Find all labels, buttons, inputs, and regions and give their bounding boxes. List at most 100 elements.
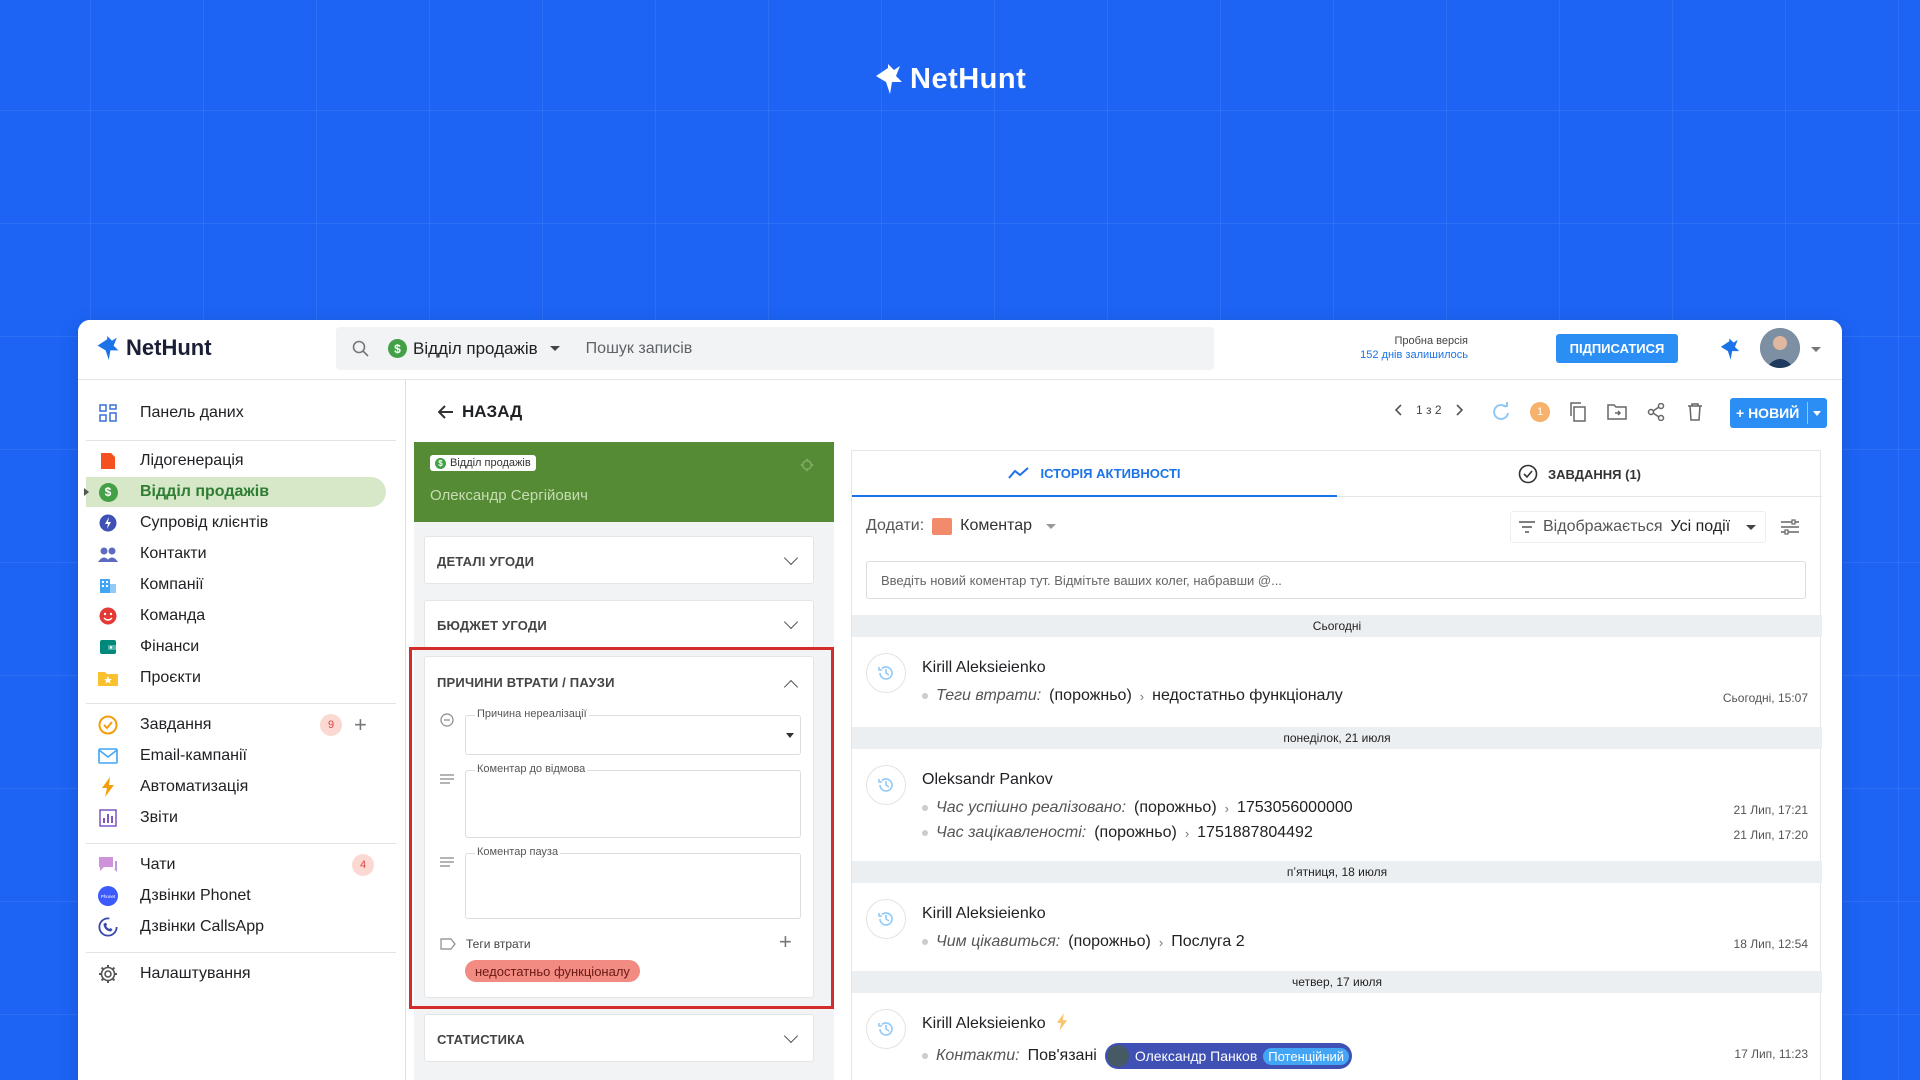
- phone-circle-icon: [98, 917, 118, 937]
- activity-item: Kirill Aleksieienko Теги втрати: (порожн…: [852, 637, 1822, 727]
- app-window: NetHunt $ Відділ продажів Пошук записів …: [78, 320, 1842, 1080]
- activity-change: Час зацікавленості: (порожньо) › 1751887…: [922, 824, 1313, 842]
- chevron-down-icon[interactable]: [783, 550, 799, 566]
- comment-input[interactable]: Введіть новий коментар тут. Відмітьте ва…: [866, 561, 1806, 599]
- sidebar: Панель даних Лідогенерація $ Відділ прод…: [78, 380, 406, 1080]
- nethunt-bird-icon[interactable]: [1719, 337, 1741, 366]
- new-record-button[interactable]: + НОВИЙ: [1730, 398, 1827, 428]
- section-deal-budget[interactable]: БЮДЖЕТ УГОДИ: [424, 600, 814, 648]
- history-icon: [866, 653, 906, 693]
- contact-name: Олександр Панков: [1134, 1048, 1258, 1064]
- history-icon: [866, 765, 906, 805]
- check-circle-icon: [1518, 464, 1538, 484]
- subscribe-button[interactable]: ПІДПИСАТИСЯ: [1556, 334, 1678, 363]
- chevron-down-icon[interactable]: [1813, 411, 1821, 416]
- sidebar-item-callsapp-calls[interactable]: Дзвінки CallsApp: [78, 912, 406, 942]
- share-icon[interactable]: [1643, 399, 1669, 425]
- back-label: НАЗАД: [462, 402, 523, 421]
- changed-field: Час успішно реалізовано:: [936, 799, 1127, 816]
- sidebar-item-projects[interactable]: Проєкти: [78, 663, 406, 693]
- avatar[interactable]: [1760, 328, 1800, 368]
- day-header: четвер, 17 июля: [852, 971, 1822, 993]
- lightning-icon: [98, 777, 118, 797]
- chat-icon: [98, 855, 118, 875]
- pager-text: 1 з 2: [1416, 403, 1442, 417]
- tab-tasks[interactable]: ЗАВДАННЯ (1): [1337, 451, 1822, 497]
- arrow-right-icon: ›: [1158, 934, 1164, 950]
- settings-sliders-icon[interactable]: [1780, 519, 1800, 540]
- move-folder-icon[interactable]: [1604, 399, 1630, 425]
- day-header: пʼятниця, 18 июля: [852, 861, 1822, 883]
- contact-chip[interactable]: Олександр Панков Потенційний: [1104, 1043, 1353, 1069]
- sidebar-item-team[interactable]: Команда: [78, 601, 406, 631]
- filter-prefix: Відображається: [1543, 518, 1663, 535]
- sidebar-item-sales[interactable]: $ Відділ продажів: [78, 477, 406, 507]
- add-type-selector[interactable]: Коментар: [932, 517, 1057, 535]
- sidebar-item-leadgen[interactable]: Лідогенерація: [78, 446, 406, 476]
- activity-user[interactable]: Kirill Aleksieienko: [922, 659, 1046, 677]
- trial-label: Пробна версія: [1394, 335, 1468, 347]
- old-value: (порожньо): [1134, 799, 1217, 816]
- folder-tag-label: Відділ продажів: [450, 457, 531, 469]
- arrow-right-icon: ›: [1184, 825, 1190, 841]
- activity-item: Oleksandr Pankov Час успішно реалізовано…: [852, 749, 1822, 861]
- old-value: (порожньо): [1049, 687, 1132, 704]
- refresh-icon[interactable]: [1488, 399, 1514, 425]
- chevron-down-icon: [549, 346, 560, 351]
- sidebar-item-label: Email-кампанії: [140, 747, 247, 764]
- activity-item: Kirill Aleksieienko Чим цікавиться: (пор…: [852, 883, 1822, 971]
- sidebar-item-contacts[interactable]: Контакти: [78, 539, 406, 569]
- activity-user[interactable]: Oleksandr Pankov: [922, 771, 1053, 789]
- add-type-label: Коментар: [960, 517, 1033, 534]
- search-bar[interactable]: $ Відділ продажів Пошук записів: [336, 327, 1214, 370]
- sidebar-item-reports[interactable]: Звіти: [78, 803, 406, 833]
- sidebar-item-phonet-calls[interactable]: Phonet Дзвінки Phonet: [78, 881, 406, 911]
- sidebar-item-chats[interactable]: Чати 4: [78, 850, 406, 880]
- tab-label: ІСТОРІЯ АКТИВНОСТІ: [1040, 465, 1181, 481]
- dollar-icon: $: [435, 457, 446, 469]
- events-filter[interactable]: Відображається Усі події: [1510, 511, 1766, 543]
- brand-logo: NetHunt: [874, 62, 1026, 96]
- bullet: [922, 693, 928, 699]
- sidebar-item-tasks[interactable]: Завдання 9 +: [78, 710, 406, 740]
- section-statistics[interactable]: СТАТИСТИКА: [424, 1014, 814, 1062]
- sidebar-item-label: Супровід клієнтів: [140, 514, 269, 531]
- add-task-plus-icon[interactable]: +: [354, 714, 367, 736]
- sidebar-item-settings[interactable]: Налаштування: [78, 959, 406, 989]
- account-menu-chevron-icon[interactable]: [1811, 347, 1821, 352]
- chevron-down-icon: [1046, 523, 1057, 529]
- sidebar-item-label: Автоматизація: [140, 778, 249, 795]
- copy-icon[interactable]: [1565, 399, 1591, 425]
- day-header: Сьогодні: [852, 615, 1822, 637]
- folder-tag[interactable]: $ Відділ продажів: [430, 455, 536, 471]
- app-logo[interactable]: NetHunt: [96, 334, 212, 362]
- activity-user[interactable]: Kirill Aleksieienko: [922, 1015, 1046, 1033]
- chevron-right-icon[interactable]: [1455, 404, 1464, 416]
- app-logo-text: NetHunt: [126, 335, 212, 360]
- sidebar-item-dashboard[interactable]: Панель даних: [78, 398, 406, 428]
- sidebar-item-label: Налаштування: [140, 965, 251, 982]
- search-input[interactable]: Пошук записів: [586, 340, 693, 358]
- notification-badge[interactable]: 1: [1527, 399, 1553, 425]
- chevron-left-icon[interactable]: [1394, 404, 1402, 416]
- bullet: [922, 939, 928, 945]
- old-value: (порожньо): [1094, 824, 1177, 841]
- crm-selector[interactable]: $ Відділ продажів: [388, 339, 560, 359]
- search-icon[interactable]: [350, 338, 372, 360]
- activity-user[interactable]: Kirill Aleksieienko: [922, 905, 1046, 923]
- sidebar-item-companies[interactable]: Компанії: [78, 570, 406, 600]
- sidebar-item-customer-support[interactable]: Супровід клієнтів: [78, 508, 406, 538]
- gear-icon[interactable]: [800, 458, 814, 477]
- sidebar-item-email-campaigns[interactable]: Email-кампанії: [78, 741, 406, 771]
- section-deal-details[interactable]: ДЕТАЛІ УГОДИ: [424, 536, 814, 584]
- tab-activity-history[interactable]: ІСТОРІЯ АКТИВНОСТІ: [852, 451, 1337, 497]
- back-button[interactable]: НАЗАД: [438, 402, 522, 422]
- sidebar-item-finance[interactable]: Фінанси: [78, 632, 406, 662]
- chevron-down-icon[interactable]: [783, 1028, 799, 1044]
- trash-icon[interactable]: [1682, 399, 1708, 425]
- chevron-down-icon[interactable]: [783, 614, 799, 630]
- brand-name: NetHunt: [910, 62, 1027, 95]
- sidebar-item-automation[interactable]: Автоматизація: [78, 772, 406, 802]
- record-name[interactable]: Олександр Сергійович: [430, 487, 588, 504]
- activity-change: Чим цікавиться: (порожньо) › Послуга 2: [922, 933, 1245, 951]
